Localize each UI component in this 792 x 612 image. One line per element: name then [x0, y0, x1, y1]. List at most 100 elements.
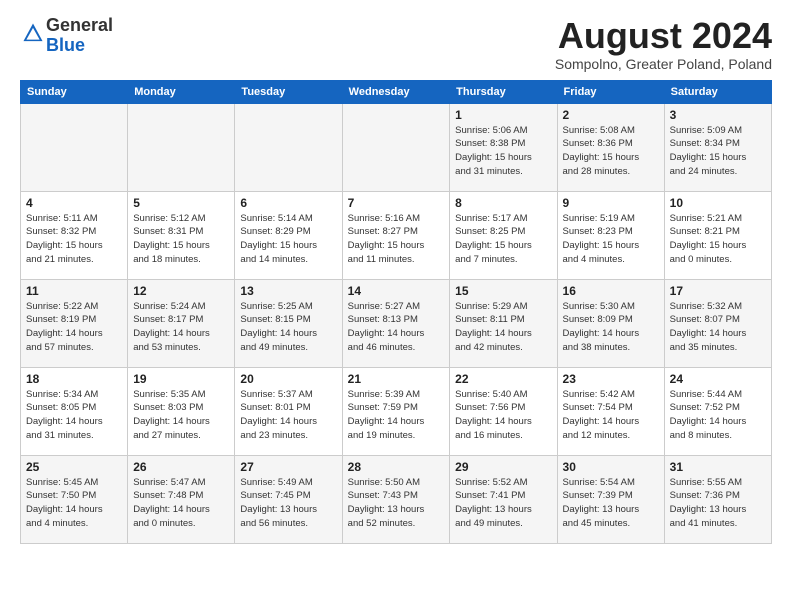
day-number: 28 [348, 460, 445, 474]
day-number: 6 [240, 196, 336, 210]
calendar-cell: 10 Sunrise: 5:21 AMSunset: 8:21 PMDayligh… [664, 191, 771, 279]
calendar-cell: 6 Sunrise: 5:14 AMSunset: 8:29 PMDaylight… [235, 191, 342, 279]
day-number: 10 [670, 196, 766, 210]
calendar-cell: 1Sunrise: 5:06 AMSunset: 8:38 PMDaylight… [450, 103, 557, 191]
logo-general-text: General [46, 15, 113, 35]
weekday-header-sunday: Sunday [21, 80, 128, 103]
day-info: Sunrise: 5:52 AMSunset: 7:41 PMDaylight:… [455, 476, 551, 531]
day-number: 27 [240, 460, 336, 474]
calendar-week-2: 4 Sunrise: 5:11 AMSunset: 8:32 PMDaylight… [21, 191, 772, 279]
day-number: 18 [26, 372, 122, 386]
calendar-cell: 13 Sunrise: 5:25 AMSunset: 8:15 PMDayligh… [235, 279, 342, 367]
weekday-header-friday: Friday [557, 80, 664, 103]
title-block: August 2024 Sompolno, Greater Poland, Po… [555, 16, 772, 72]
calendar-cell: 7Sunrise: 5:16 AMSunset: 8:27 PMDaylight… [342, 191, 450, 279]
day-info: Sunrise: 5:44 AMSunset: 7:52 PMDaylight:… [670, 388, 766, 443]
day-number: 4 [26, 196, 122, 210]
day-number: 8 [455, 196, 551, 210]
calendar-cell: 2 Sunrise: 5:08 AMSunset: 8:36 PMDaylight… [557, 103, 664, 191]
calendar-cell: 30 Sunrise: 5:54 AMSunset: 7:39 PMDayligh… [557, 455, 664, 543]
day-info: Sunrise: 5:27 AMSunset: 8:13 PMDaylight:… [348, 300, 445, 355]
day-number: 15 [455, 284, 551, 298]
calendar-cell: 8Sunrise: 5:17 AMSunset: 8:25 PMDaylight… [450, 191, 557, 279]
location-text: Sompolno, Greater Poland, Poland [555, 56, 772, 72]
day-info: Sunrise: 5:47 AMSunset: 7:48 PMDaylight:… [133, 476, 229, 531]
day-info: Sunrise: 5:12 AMSunset: 8:31 PMDaylight:… [133, 212, 229, 267]
day-info: Sunrise: 5:35 AMSunset: 8:03 PMDaylight:… [133, 388, 229, 443]
day-number: 11 [26, 284, 122, 298]
day-number: 12 [133, 284, 229, 298]
calendar-cell: 23Sunrise: 5:42 AMSunset: 7:54 PMDayligh… [557, 367, 664, 455]
day-info: Sunrise: 5:25 AMSunset: 8:15 PMDaylight:… [240, 300, 336, 355]
day-info: Sunrise: 5:34 AMSunset: 8:05 PMDaylight:… [26, 388, 122, 443]
day-info: Sunrise: 5:37 AMSunset: 8:01 PMDaylight:… [240, 388, 336, 443]
day-number: 17 [670, 284, 766, 298]
calendar-cell: 31Sunrise: 5:55 AMSunset: 7:36 PMDayligh… [664, 455, 771, 543]
day-number: 24 [670, 372, 766, 386]
calendar-body: 1Sunrise: 5:06 AMSunset: 8:38 PMDaylight… [21, 103, 772, 543]
day-info: Sunrise: 5:22 AMSunset: 8:19 PMDaylight:… [26, 300, 122, 355]
month-title: August 2024 [555, 16, 772, 56]
day-info: Sunrise: 5:16 AMSunset: 8:27 PMDaylight:… [348, 212, 445, 267]
day-number: 13 [240, 284, 336, 298]
calendar-cell: 16 Sunrise: 5:30 AMSunset: 8:09 PMDayligh… [557, 279, 664, 367]
day-info: Sunrise: 5:55 AMSunset: 7:36 PMDaylight:… [670, 476, 766, 531]
calendar-week-4: 18 Sunrise: 5:34 AMSunset: 8:05 PMDayligh… [21, 367, 772, 455]
calendar-cell [128, 103, 235, 191]
day-info: Sunrise: 5:19 AMSunset: 8:23 PMDaylight:… [563, 212, 659, 267]
logo: General Blue [20, 16, 113, 56]
calendar-cell: 3 Sunrise: 5:09 AMSunset: 8:34 PMDaylight… [664, 103, 771, 191]
calendar-cell: 4 Sunrise: 5:11 AMSunset: 8:32 PMDaylight… [21, 191, 128, 279]
day-info: Sunrise: 5:49 AMSunset: 7:45 PMDaylight:… [240, 476, 336, 531]
day-number: 22 [455, 372, 551, 386]
calendar-table: SundayMondayTuesdayWednesdayThursdayFrid… [20, 80, 772, 544]
weekday-header-monday: Monday [128, 80, 235, 103]
day-info: Sunrise: 5:11 AMSunset: 8:32 PMDaylight:… [26, 212, 122, 267]
calendar-week-3: 11 Sunrise: 5:22 AMSunset: 8:19 PMDayligh… [21, 279, 772, 367]
day-number: 19 [133, 372, 229, 386]
day-number: 30 [563, 460, 659, 474]
calendar-cell: 12 Sunrise: 5:24 AMSunset: 8:17 PMDayligh… [128, 279, 235, 367]
calendar-cell: 9 Sunrise: 5:19 AMSunset: 8:23 PMDaylight… [557, 191, 664, 279]
day-info: Sunrise: 5:29 AMSunset: 8:11 PMDaylight:… [455, 300, 551, 355]
calendar-cell: 24 Sunrise: 5:44 AMSunset: 7:52 PMDayligh… [664, 367, 771, 455]
day-info: Sunrise: 5:54 AMSunset: 7:39 PMDaylight:… [563, 476, 659, 531]
day-number: 9 [563, 196, 659, 210]
calendar-cell: 28 Sunrise: 5:50 AMSunset: 7:43 PMDayligh… [342, 455, 450, 543]
calendar-week-1: 1Sunrise: 5:06 AMSunset: 8:38 PMDaylight… [21, 103, 772, 191]
day-info: Sunrise: 5:06 AMSunset: 8:38 PMDaylight:… [455, 124, 551, 179]
calendar-cell: 21Sunrise: 5:39 AMSunset: 7:59 PMDayligh… [342, 367, 450, 455]
calendar-header-row: SundayMondayTuesdayWednesdayThursdayFrid… [21, 80, 772, 103]
day-info: Sunrise: 5:40 AMSunset: 7:56 PMDaylight:… [455, 388, 551, 443]
day-number: 14 [348, 284, 445, 298]
calendar-cell: 27 Sunrise: 5:49 AMSunset: 7:45 PMDayligh… [235, 455, 342, 543]
logo-icon [22, 22, 44, 44]
day-number: 2 [563, 108, 659, 122]
day-info: Sunrise: 5:14 AMSunset: 8:29 PMDaylight:… [240, 212, 336, 267]
day-number: 16 [563, 284, 659, 298]
weekday-header-tuesday: Tuesday [235, 80, 342, 103]
day-info: Sunrise: 5:45 AMSunset: 7:50 PMDaylight:… [26, 476, 122, 531]
day-info: Sunrise: 5:08 AMSunset: 8:36 PMDaylight:… [563, 124, 659, 179]
calendar-cell: 22 Sunrise: 5:40 AMSunset: 7:56 PMDayligh… [450, 367, 557, 455]
day-number: 25 [26, 460, 122, 474]
day-info: Sunrise: 5:30 AMSunset: 8:09 PMDaylight:… [563, 300, 659, 355]
calendar-cell: 25 Sunrise: 5:45 AMSunset: 7:50 PMDayligh… [21, 455, 128, 543]
day-info: Sunrise: 5:24 AMSunset: 8:17 PMDaylight:… [133, 300, 229, 355]
page-header: General Blue August 2024 Sompolno, Great… [20, 16, 772, 72]
day-number: 3 [670, 108, 766, 122]
calendar-cell [342, 103, 450, 191]
calendar-week-5: 25 Sunrise: 5:45 AMSunset: 7:50 PMDayligh… [21, 455, 772, 543]
day-number: 23 [563, 372, 659, 386]
day-info: Sunrise: 5:21 AMSunset: 8:21 PMDaylight:… [670, 212, 766, 267]
day-number: 26 [133, 460, 229, 474]
day-info: Sunrise: 5:09 AMSunset: 8:34 PMDaylight:… [670, 124, 766, 179]
calendar-cell: 20 Sunrise: 5:37 AMSunset: 8:01 PMDayligh… [235, 367, 342, 455]
day-number: 29 [455, 460, 551, 474]
weekday-header-thursday: Thursday [450, 80, 557, 103]
calendar-cell [235, 103, 342, 191]
day-number: 21 [348, 372, 445, 386]
calendar-cell [21, 103, 128, 191]
day-number: 20 [240, 372, 336, 386]
day-info: Sunrise: 5:50 AMSunset: 7:43 PMDaylight:… [348, 476, 445, 531]
